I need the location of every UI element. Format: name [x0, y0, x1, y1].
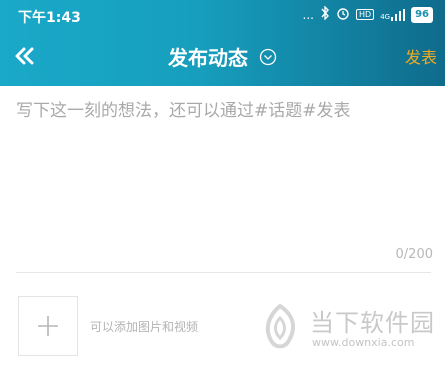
char-counter: 0/200 [395, 247, 433, 262]
title-wrap[interactable]: 发布动态 [0, 42, 445, 71]
media-hint: 可以添加图片和视频 [90, 320, 199, 334]
page-title: 发布动态 [167, 46, 248, 70]
bluetooth-icon [320, 5, 330, 23]
divider [16, 272, 431, 273]
watermark-title: 当下软件园 [310, 309, 435, 337]
app-header: 下午1:43 ... HD 4G 96 发布动态 发表 [0, 0, 445, 86]
signal-icon: 4G [380, 8, 406, 21]
status-time: 下午1:43 [18, 10, 81, 26]
add-media-button[interactable] [18, 296, 78, 356]
watermark: 当下软件园 www.downxia.com [258, 300, 438, 368]
plus-icon [38, 316, 58, 336]
signal-label: 4G [380, 12, 391, 21]
status-bar: 下午1:43 ... HD 4G 96 [0, 0, 445, 30]
downxia-logo-icon [258, 302, 302, 352]
publish-button[interactable]: 发表 [405, 44, 437, 68]
status-icons: ... HD 4G 96 [302, 5, 433, 23]
post-text-input[interactable]: 写下这一刻的想法，还可以通过#话题#发表 [16, 96, 431, 246]
more-dots-icon: ... [302, 7, 314, 22]
post-placeholder: 写下这一刻的想法，还可以通过#话题#发表 [16, 101, 351, 121]
battery-indicator: 96 [411, 6, 433, 23]
hd-icon: HD [356, 9, 375, 20]
watermark-url: www.downxia.com [312, 336, 415, 349]
chevron-down-icon [259, 48, 277, 66]
alarm-icon [336, 6, 350, 23]
nav-bar: 发布动态 发表 [0, 36, 445, 76]
